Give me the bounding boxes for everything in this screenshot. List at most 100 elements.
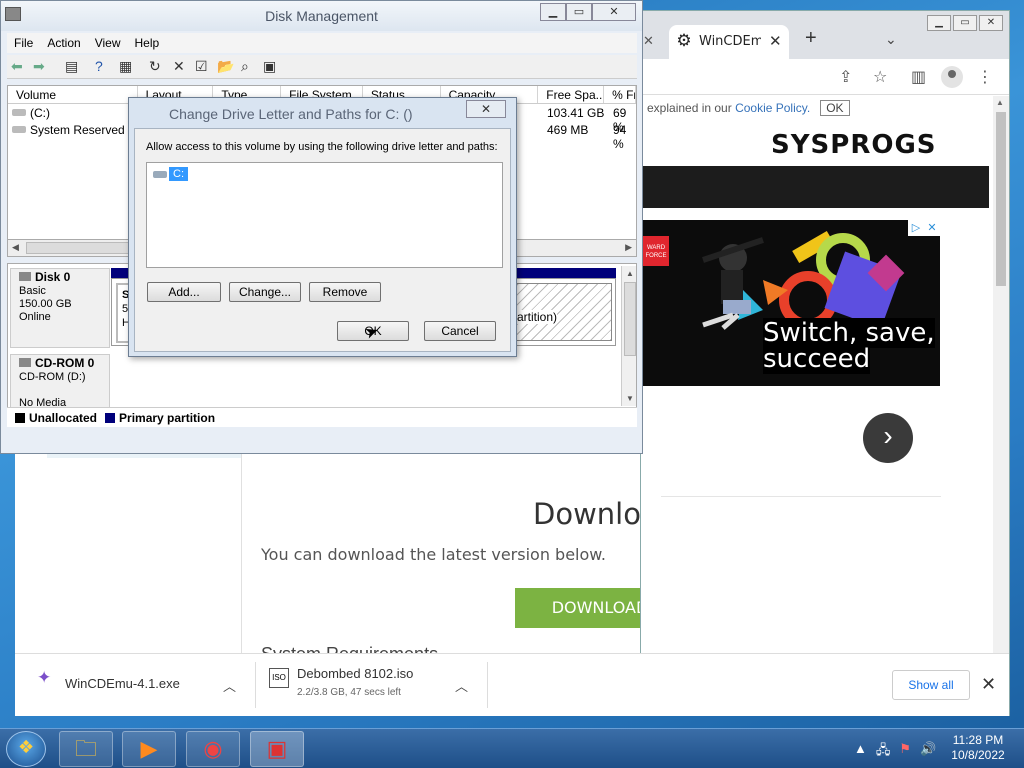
cookie-policy-link[interactable]: Cookie Policy. [735, 101, 810, 115]
cdrom-drive: CD-ROM (D:) [19, 371, 86, 383]
clock[interactable]: 11:28 PM 10/8/2022 [940, 733, 1016, 763]
col-percent-free[interactable]: % Fr [604, 86, 636, 103]
show-all-button[interactable]: Show all [892, 670, 970, 700]
chrome-window-controls: ▁ ▭ ✕ [927, 15, 1003, 31]
legend-swatch-unallocated [15, 412, 25, 423]
menu-kebab-icon[interactable]: ⋮ [977, 67, 993, 87]
bookmark-star-icon[interactable]: ☆ [873, 67, 887, 87]
help-icon[interactable]: ? [95, 58, 103, 74]
minimize-button[interactable]: ▁ [927, 15, 951, 31]
download-item-wincdemu[interactable]: ✦ WinCDEmu-4.1.exe ︿ [33, 664, 263, 708]
tab-wincdemu[interactable]: ⚙ WinCDEmu - CD/DVD/BD emulator ✕ [669, 25, 789, 59]
menu-view[interactable]: View [88, 33, 128, 53]
volume-free: 469 MB [547, 123, 589, 137]
volume-name: System Reserved [30, 123, 125, 137]
profile-avatar-icon[interactable] [941, 66, 963, 88]
download-options-caret-icon[interactable]: ︿ [223, 676, 236, 695]
side-panel-icon[interactable]: ▥ [911, 67, 926, 87]
dm-menubar: File Action View Help [7, 33, 637, 53]
network-icon[interactable]: 🖧 [876, 741, 891, 763]
start-button[interactable] [6, 731, 46, 767]
download-options-caret-icon[interactable]: ︿ [455, 676, 468, 695]
check-icon[interactable]: ☑ [195, 58, 208, 75]
cookie-notice: explained in our Cookie Policy. OK [647, 100, 850, 116]
dm-titlebar[interactable]: Disk Management ▁ ▭ ✕ [1, 1, 642, 31]
menu-file[interactable]: File [7, 33, 40, 53]
disk0-label[interactable]: Disk 0 Basic 150.00 GB Online [10, 268, 110, 348]
prev-tab-close-icon[interactable]: ✕ [643, 33, 654, 49]
settings-grid-icon[interactable]: ▣ [263, 58, 276, 75]
page-scrollbar[interactable]: ▲ ▼ [993, 96, 1009, 662]
scroll-up-icon[interactable]: ▲ [996, 98, 1004, 107]
clock-date: 10/8/2022 [951, 748, 1005, 762]
minimize-button[interactable]: ▁ [540, 3, 566, 21]
volume-icon [12, 126, 26, 133]
close-button[interactable]: ✕ [979, 15, 1003, 31]
ad-choices[interactable]: ▷ ✕ [908, 220, 940, 236]
chrome-window: ✕ ⚙ WinCDEmu - CD/DVD/BD emulator ✕ + ⌄ … [640, 10, 1010, 716]
c-drive-partition[interactable]: Partition) [508, 283, 612, 341]
tab-close-icon[interactable]: ✕ [769, 32, 782, 50]
scroll-up-icon[interactable]: ▲ [626, 269, 634, 278]
webpage-content: explained in our Cookie Policy. OK SYSPRO… [641, 96, 993, 662]
add-button[interactable]: Add... [147, 282, 221, 302]
close-button[interactable]: ✕ [592, 3, 636, 21]
scroll-left-icon[interactable]: ◀ [12, 242, 19, 253]
cookie-ok-button[interactable]: OK [820, 100, 850, 116]
share-icon[interactable]: ⇪ [839, 67, 852, 87]
maximize-button[interactable]: ▭ [953, 15, 977, 31]
back-arrow-icon[interactable]: ⬅ [11, 58, 23, 75]
volume-icon [12, 109, 26, 116]
forward-arrow-icon[interactable]: ➡ [33, 58, 45, 75]
drive-path-list[interactable]: C: [146, 162, 503, 268]
scroll-right-icon[interactable]: ▶ [625, 242, 632, 253]
delete-icon[interactable]: ✕ [173, 58, 185, 75]
scroll-down-icon[interactable]: ▼ [626, 394, 634, 403]
download-item-iso[interactable]: ISO Debombed 8102.iso 2.2/3.8 GB, 47 sec… [265, 664, 485, 708]
maximize-button[interactable]: ▭ [566, 3, 592, 21]
advertisement-banner[interactable]: WARD FORCE Switch, save, succeed ▷ ✕ [643, 220, 940, 386]
carousel-next-button[interactable]: › [863, 413, 913, 463]
console-tree-icon[interactable]: ▤ [65, 58, 78, 75]
adchoices-icon[interactable]: ▷ [908, 220, 924, 236]
col-volume[interactable]: Volume [8, 86, 138, 103]
taskbar-media-player[interactable]: ▶ [122, 731, 176, 767]
download-shelf-close-icon[interactable]: ✕ [981, 674, 996, 695]
menu-help[interactable]: Help [128, 33, 167, 53]
download-shelf: ✦ WinCDEmu-4.1.exe ︿ ISO Debombed 8102.i… [15, 653, 1009, 716]
tray-expand-icon[interactable]: ▲ [854, 741, 867, 763]
new-tab-button[interactable]: + [805, 27, 817, 50]
cancel-button[interactable]: Cancel [424, 321, 496, 341]
ad-headline: Switch, save, succeed [763, 318, 935, 374]
dm-toolbar: ⬅ ➡ ▤ ? ▦ ↻ ✕ ☑ 📂 ⌕ ▣ [7, 55, 637, 79]
webpage-divider [241, 454, 242, 653]
action-center-icon[interactable]: ⚑ [899, 741, 911, 763]
change-button[interactable]: Change... [229, 282, 301, 302]
taskbar-explorer[interactable]: 🗀 [59, 731, 113, 767]
dialog-close-button[interactable]: ✕ [466, 100, 506, 118]
tab-search-icon[interactable]: ⌄ [885, 31, 897, 48]
ad-close-icon[interactable]: ✕ [924, 220, 940, 236]
legend-unallocated: Unallocated [29, 410, 98, 425]
ad-line-2: succeed [763, 344, 871, 374]
sysprogs-logo[interactable]: SYSPROGS [771, 130, 937, 160]
refresh-icon[interactable]: ↻ [149, 58, 161, 75]
folder-icon: 🗀 [74, 736, 97, 761]
volume-icon[interactable]: 🔊 [920, 741, 936, 763]
list-item[interactable]: C: [153, 167, 188, 181]
scrollbar-thumb[interactable] [996, 112, 1006, 286]
volume-name: (C:) [30, 106, 50, 120]
properties-icon[interactable]: ▦ [119, 58, 132, 75]
remove-button[interactable]: Remove [309, 282, 381, 302]
taskbar-disk-management[interactable]: ▣ [250, 731, 304, 767]
cdrom0-label[interactable]: CD-ROM 0 CD-ROM (D:) No Media [10, 354, 110, 410]
menu-action[interactable]: Action [40, 33, 87, 53]
col-free-space[interactable]: Free Spa... [538, 86, 605, 103]
search-icon[interactable]: ⌕ [241, 58, 249, 75]
media-player-icon: ▶ [140, 736, 158, 761]
download-filename: Debombed 8102.iso [297, 666, 414, 681]
taskbar-chrome[interactable]: ◉ [186, 731, 240, 767]
graphical-view-vscrollbar[interactable]: ▲ ▼ [621, 266, 636, 406]
open-folder-icon[interactable]: 📂 [217, 58, 234, 75]
scrollbar-thumb[interactable] [624, 282, 636, 356]
